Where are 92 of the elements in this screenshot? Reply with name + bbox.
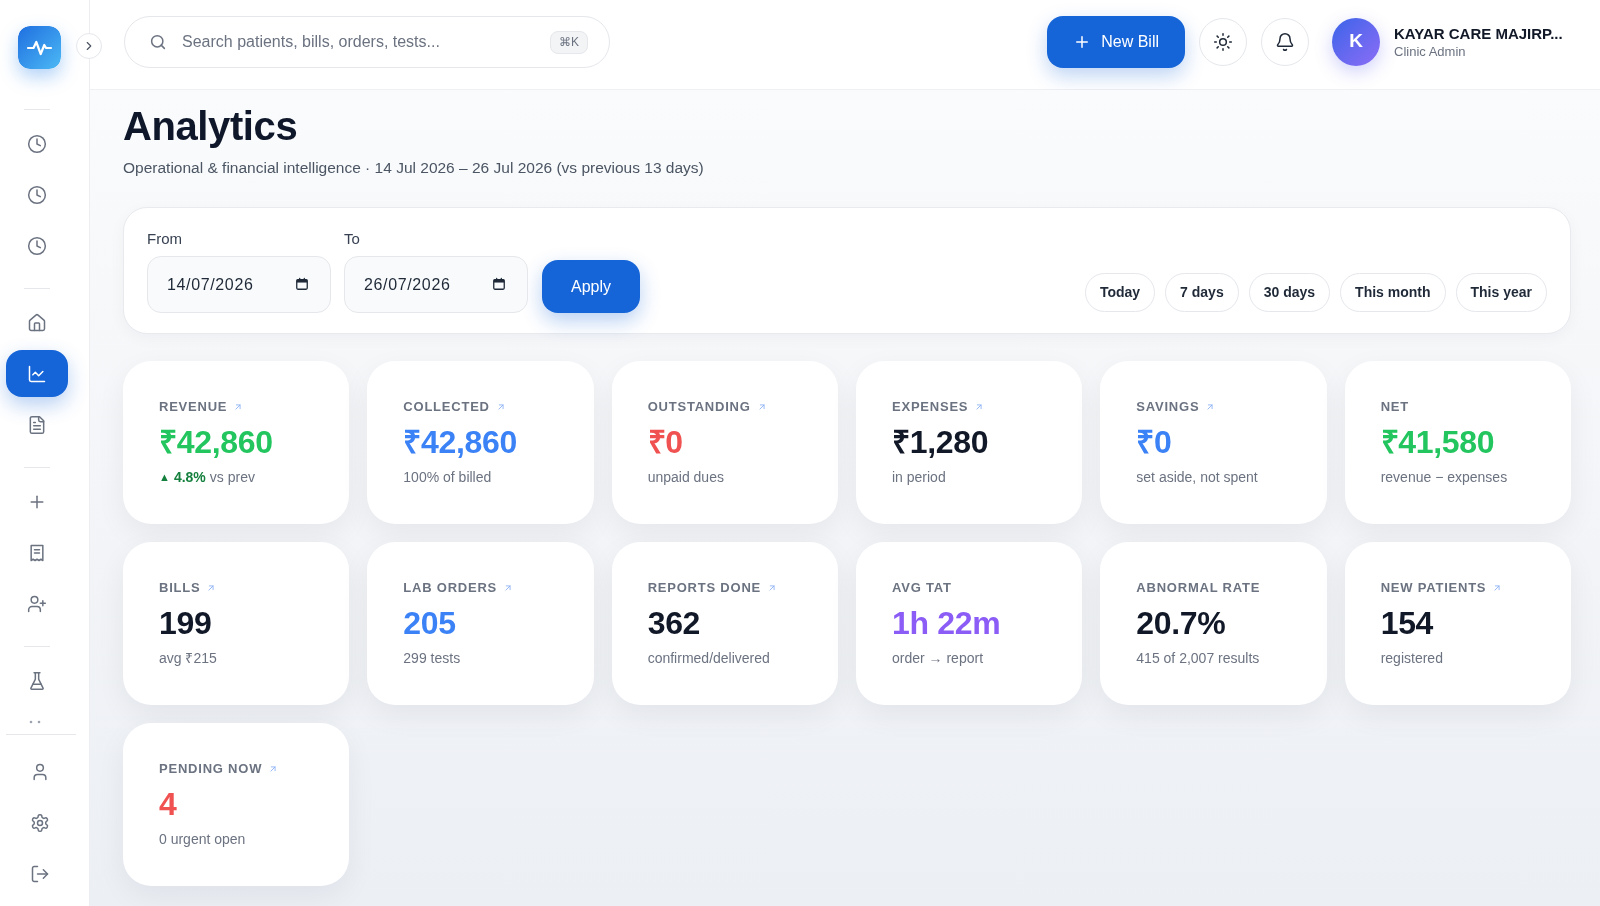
card-value: ₹42,860 (159, 424, 273, 460)
stat-card[interactable]: ABNORMAL RATE 20.7% 415 of 2,007 results (1100, 542, 1327, 705)
document-icon[interactable] (27, 414, 47, 435)
stat-card[interactable]: NET ₹41,580 revenue − expenses (1344, 361, 1571, 524)
stat-card[interactable]: SAVINGS ₹0 set aside, not spent (1100, 361, 1327, 524)
card-note: revenue − expenses (1380, 468, 1508, 486)
apply-button[interactable]: Apply (542, 260, 640, 313)
card-label: REVENUE (159, 399, 228, 415)
card-value: ₹0 (1136, 424, 1172, 460)
dots-icon (29, 720, 41, 724)
card-note: 100% of billed (403, 468, 492, 486)
user-name: KAYAR CARE MAJIRP... (1394, 23, 1563, 43)
card-value: 4 (159, 786, 177, 822)
card-value: 20.7% (1136, 605, 1226, 641)
date-field[interactable]: 14/07/2026 (147, 256, 331, 313)
card-label: OUTSTANDING (647, 399, 751, 415)
card-value: 362 (647, 605, 701, 641)
new-bill-button[interactable]: New Bill (1047, 15, 1185, 68)
card-value: 199 (159, 605, 212, 641)
stat-card[interactable]: REPORTS DONE 362 confirmed/delivered (611, 542, 838, 705)
stat-card[interactable]: PENDING NOW 4 0 urgent open (123, 723, 350, 886)
search-icon (149, 32, 167, 51)
card-note: 415 of 2,007 results (1136, 649, 1260, 667)
card-value: ₹42,860 (403, 424, 517, 460)
card-value: 205 (403, 605, 456, 641)
card-label: PENDING NOW (159, 761, 263, 777)
card-label: LAB ORDERS (403, 580, 498, 596)
card-label: REPORTS DONE (647, 580, 762, 596)
card-note: registered (1380, 649, 1443, 667)
notifications-button[interactable] (1261, 17, 1309, 66)
card-label: AVG TAT (892, 580, 952, 596)
sidebar-nav-item[interactable] (6, 350, 68, 397)
trend-marker: ▲ (159, 470, 170, 484)
card-label: NET (1380, 399, 1409, 415)
field-label: From (147, 230, 182, 248)
date-preset-button[interactable]: Today (1084, 273, 1156, 312)
card-value: 1h 22m (892, 605, 1001, 641)
card-label: EXPENSES (892, 399, 969, 415)
stat-card[interactable]: AVG TAT 1h 22m order → report (856, 542, 1083, 705)
date-preset-button[interactable]: 30 days (1248, 273, 1331, 312)
date-preset-button[interactable]: This month (1340, 273, 1446, 312)
clock-icon[interactable] (27, 235, 47, 256)
stat-card[interactable]: OUTSTANDING ₹0 unpaid dues (611, 361, 838, 524)
card-label: SAVINGS (1136, 399, 1200, 415)
user-avatar[interactable]: K (1332, 17, 1380, 66)
flask-icon[interactable] (27, 670, 47, 691)
home-icon[interactable] (27, 312, 47, 333)
date-field[interactable]: 26/07/2026 (344, 256, 528, 313)
stat-card[interactable]: NEW PATIENTS 154 registered (1344, 542, 1571, 705)
change-value: 4.8% (173, 468, 206, 486)
bell-icon (1275, 31, 1295, 52)
field-label: To (344, 230, 360, 248)
card-value: 154 (1380, 605, 1434, 641)
card-note: avg ₹215 (159, 649, 217, 667)
card-label: NEW PATIENTS (1380, 580, 1487, 596)
card-note: in period (892, 468, 946, 486)
user-role: Clinic Admin (1394, 42, 1466, 60)
card-value: ₹1,280 (892, 424, 989, 460)
settings-icon[interactable] (30, 812, 50, 833)
line-chart-icon (27, 363, 47, 384)
add-user-icon[interactable] (27, 593, 47, 614)
card-note: set aside, not spent (1136, 468, 1258, 486)
clock-icon[interactable] (27, 133, 47, 154)
stat-card[interactable]: REVENUE ₹42,860 ▲ 4.8% vs prev (123, 361, 350, 524)
card-note: 299 tests (403, 649, 461, 667)
card-value: ₹41,580 (1380, 424, 1495, 460)
card-label: ABNORMAL RATE (1136, 580, 1261, 596)
card-label: BILLS (159, 580, 201, 596)
card-note: 0 urgent open (159, 830, 246, 848)
pulse-logo-icon (18, 26, 61, 69)
theme-toggle-button[interactable] (1199, 17, 1247, 66)
card-value: ₹0 (647, 424, 683, 460)
receipt-icon[interactable] (27, 542, 47, 563)
stat-card[interactable]: BILLS 199 avg ₹215 (123, 542, 350, 705)
card-note: vs prev (209, 468, 255, 486)
stat-card[interactable]: EXPENSES ₹1,280 in period (856, 361, 1083, 524)
card-label: COLLECTED (403, 399, 490, 415)
clock-icon[interactable] (27, 184, 47, 205)
stat-card[interactable]: LAB ORDERS 205 299 tests (367, 542, 594, 705)
calendar-icon[interactable] (492, 277, 506, 291)
date-preset-button[interactable]: 7 days (1165, 273, 1239, 312)
logout-icon[interactable] (30, 863, 50, 884)
sun-icon (1213, 31, 1233, 52)
card-note: confirmed/delivered (647, 649, 770, 667)
page-title: Analytics (123, 104, 298, 148)
stat-card[interactable]: COLLECTED ₹42,860 100% of billed (367, 361, 594, 524)
calendar-icon[interactable] (295, 277, 309, 291)
card-note: unpaid dues (647, 468, 724, 486)
page-subtitle: Operational & financial intelligence · 14 Jul 2026 – 26 Jul 2026 (vs previous 13 days) (123, 158, 704, 178)
card-note: order → report (892, 649, 984, 667)
date-preset-button[interactable]: This year (1455, 273, 1547, 312)
user-icon[interactable] (30, 761, 50, 782)
